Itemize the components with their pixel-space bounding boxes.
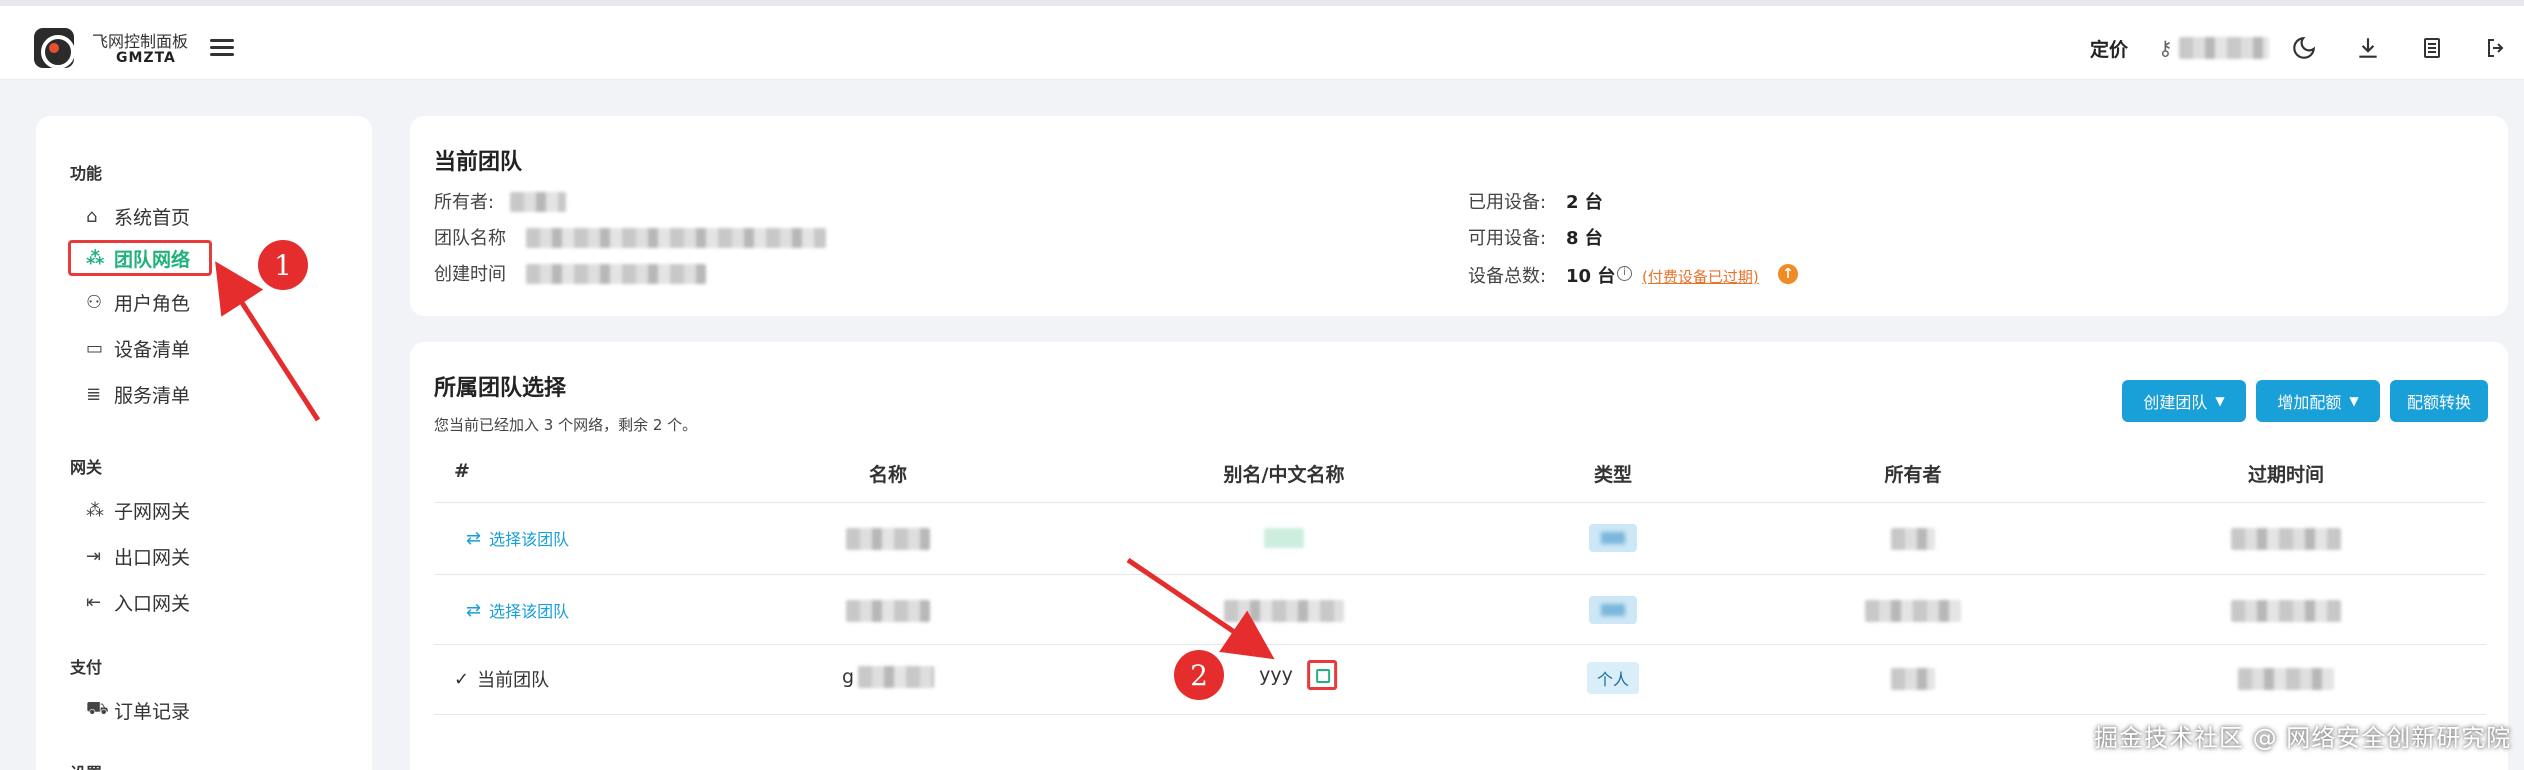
table-cell-expire-redacted <box>2231 600 2341 622</box>
annotation-marker-1: 1 <box>258 240 308 290</box>
table-cell-alias-redacted <box>1224 600 1344 622</box>
column-header-expire: 过期时间 <box>2247 464 2325 486</box>
network-icon: ⁂ <box>86 247 105 269</box>
sidebar-item-entry-gateway[interactable]: ⇤ 入口网关 <box>86 582 190 622</box>
column-header-type: 类型 <box>1593 464 1633 486</box>
column-header-index: # <box>454 460 470 482</box>
used-devices-label: 已用设备: <box>1468 192 1547 213</box>
created-time-label: 创建时间 <box>434 264 506 285</box>
key-icon: ⚷ <box>2158 36 2173 60</box>
info-icon[interactable]: i <box>1617 266 1632 281</box>
sidebar: 功能 ⌂ 系统首页 ⁂ 团队网络 ⚇ 用户角色 ▭ 设备清单 ≣ 服务清单 网关… <box>36 116 372 770</box>
table-cell-name: g <box>842 666 935 688</box>
chevron-down-icon: ▼ <box>2349 394 2359 408</box>
table-cell-alias-redacted <box>1264 528 1304 548</box>
column-header-alias: 别名/中文名称 <box>1223 464 1345 486</box>
available-devices-label: 可用设备: <box>1468 228 1547 249</box>
swap-icon: ⇄ <box>466 527 482 549</box>
owner-label: 所有者: <box>434 192 495 213</box>
sidebar-section-gateway: 网关 <box>70 458 103 477</box>
owner-value-redacted <box>510 192 566 212</box>
team-select-subtitle: 您当前已经加入 3 个网络，剩余 2 个。 <box>434 416 698 434</box>
sidebar-item-device-list[interactable]: ▭ 设备清单 <box>86 328 190 368</box>
table-cell-name-redacted <box>846 600 930 622</box>
table-cell-expire-redacted <box>2231 528 2341 550</box>
edit-alias-icon[interactable] <box>1306 660 1337 690</box>
column-header-owner: 所有者 <box>1884 464 1942 486</box>
sidebar-item-subnet-gateway[interactable]: ⁂ 子网网关 <box>86 490 190 530</box>
created-time-value-redacted <box>526 264 706 284</box>
entry-icon: ⇤ <box>86 591 102 613</box>
table-cell-owner-redacted <box>1891 668 1935 690</box>
logout-icon[interactable] <box>2482 34 2510 62</box>
team-select-card: 所属团队选择 您当前已经加入 3 个网络，剩余 2 个。 创建团队 ▼ 增加配额… <box>410 342 2508 770</box>
table-cell-type-redacted <box>1589 596 1637 624</box>
watermark: 掘金技术社区 @ 网络安全创新研究院 <box>2094 724 2512 752</box>
sidebar-item-service-list[interactable]: ≣ 服务清单 <box>86 374 190 414</box>
table-cell-owner-redacted <box>1891 528 1935 550</box>
subnet-icon: ⁂ <box>86 499 104 521</box>
sidebar-item-exit-gateway[interactable]: ⇥ 出口网关 <box>86 536 190 576</box>
exit-icon: ⇥ <box>86 545 102 567</box>
brand-name: 飞网控制面板 <box>92 32 189 51</box>
sidebar-item-orders[interactable]: ⛟ 订单记录 <box>86 690 190 730</box>
user-account-menu[interactable]: ⚷ <box>2158 32 2269 64</box>
sidebar-item-team-network[interactable]: ⁂ 团队网络 <box>86 238 190 278</box>
swap-icon: ⇄ <box>466 599 482 621</box>
team-select-title: 所属团队选择 <box>434 376 567 401</box>
sidebar-item-home[interactable]: ⌂ 系统首页 <box>86 196 190 236</box>
document-icon[interactable] <box>2418 34 2446 62</box>
table-cell-name-redacted <box>846 528 930 550</box>
table-cell-type: 个人 <box>1586 662 1640 694</box>
available-devices-value: 8 台 <box>1566 228 1603 249</box>
arrow-up-icon[interactable]: ↑ <box>1778 264 1798 284</box>
top-header: 飞网控制面板 GMZTA 定价 ⚷ <box>0 0 2524 80</box>
check-icon: ✓ <box>454 668 470 690</box>
sidebar-section-payment: 支付 <box>70 658 103 677</box>
quota-convert-button[interactable]: 配额转换 <box>2390 380 2488 422</box>
total-devices-label: 设备总数: <box>1468 266 1547 287</box>
table-cell-expire-redacted <box>2238 668 2334 690</box>
used-devices-value: 2 台 <box>1566 192 1603 213</box>
name-redacted <box>858 666 935 688</box>
home-icon: ⌂ <box>86 205 98 227</box>
column-header-name: 名称 <box>868 464 908 486</box>
sidebar-section-features: 功能 <box>70 164 103 183</box>
select-team-link[interactable]: ⇄ 选择该团队 <box>466 526 569 550</box>
hamburger-menu-icon[interactable] <box>210 38 234 58</box>
pricing-link[interactable]: 定价 <box>2090 32 2128 64</box>
download-icon[interactable] <box>2354 34 2382 62</box>
add-quota-button[interactable]: 增加配额 ▼ <box>2256 380 2380 422</box>
database-icon: ≣ <box>86 383 102 405</box>
cart-icon: ⛟ <box>86 698 109 719</box>
type-badge: 个人 <box>1586 662 1640 694</box>
annotation-marker-2: 2 <box>1174 650 1224 700</box>
table-cell-alias: yyy <box>1259 660 1337 690</box>
moon-icon[interactable] <box>2290 34 2318 62</box>
team-name-label: 团队名称 <box>434 228 506 249</box>
table-cell-type-redacted <box>1589 524 1637 552</box>
user-icon: ⚇ <box>86 291 103 313</box>
current-team-card: 当前团队 所有者: 团队名称 创建时间 已用设备: 2 台 可用设备: 8 台 … <box>410 116 2508 316</box>
brand-subtitle: GMZTA <box>116 50 176 66</box>
current-team-title: 当前团队 <box>434 150 523 175</box>
create-team-button[interactable]: 创建团队 ▼ <box>2122 380 2246 422</box>
username-redacted <box>2178 37 2269 59</box>
select-team-link[interactable]: ⇄ 选择该团队 <box>466 598 569 622</box>
total-devices-value: 10 台 <box>1566 266 1616 287</box>
sidebar-section-settings: 设置 <box>70 760 102 770</box>
team-name-value-redacted <box>526 228 826 248</box>
paid-devices-expired-link[interactable]: (付费设备已过期) <box>1642 266 1759 287</box>
chevron-down-icon: ▼ <box>2215 394 2225 408</box>
current-team-indicator: ✓ 当前团队 <box>454 668 550 692</box>
table-cell-owner-redacted <box>1865 600 1961 622</box>
app-logo-icon[interactable] <box>34 28 75 69</box>
monitor-icon: ▭ <box>86 337 104 359</box>
sidebar-item-user-roles[interactable]: ⚇ 用户角色 <box>86 282 190 322</box>
